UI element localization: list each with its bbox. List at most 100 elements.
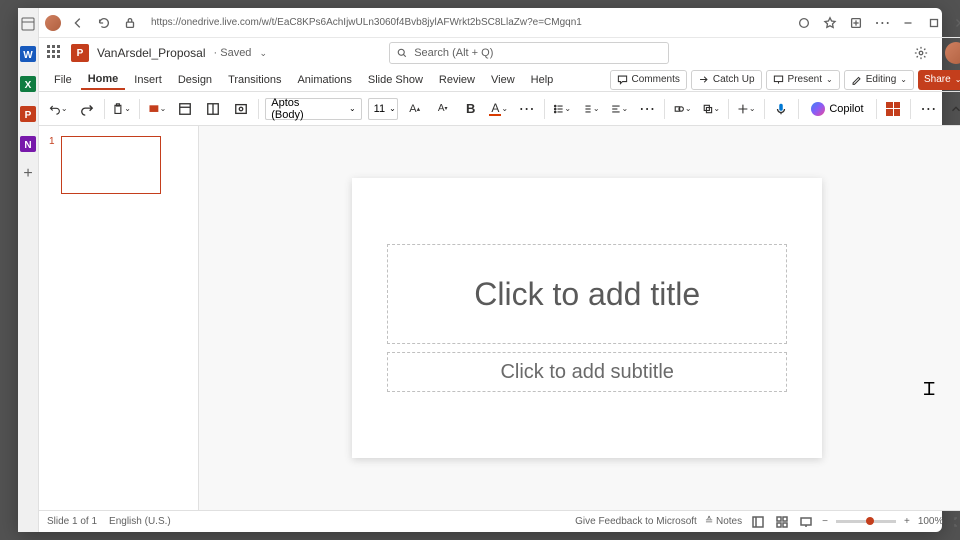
settings-icon[interactable] <box>911 43 931 63</box>
zoom-out-button[interactable]: − <box>822 516 828 527</box>
slide-panel: 1 <box>39 126 199 510</box>
status-bar: Slide 1 of 1 English (U.S.) Give Feedbac… <box>39 510 960 532</box>
tab-help[interactable]: Help <box>524 71 561 89</box>
ribbon: ⌄ ⌄ ⌄ Aptos (Body)⌄ 11⌄ A▴ A▾ B A⌄ ⋯ ⌄ ⌄… <box>39 92 960 126</box>
para-more-icon[interactable]: ⋯ <box>636 98 658 120</box>
rail-excel-icon[interactable]: X <box>18 74 38 94</box>
lock-icon <box>121 14 139 32</box>
tab-slideshow[interactable]: Slide Show <box>361 71 430 89</box>
tab-view[interactable]: View <box>484 71 522 89</box>
subtitle-placeholder[interactable]: Click to add subtitle <box>387 352 787 392</box>
thumb-number: 1 <box>49 136 55 194</box>
rail-word-icon[interactable]: W <box>18 44 38 64</box>
slide-canvas: Click to add title Click to add subtitle… <box>199 126 960 510</box>
catchup-button[interactable]: Catch Up <box>691 70 762 90</box>
numbering-button[interactable]: ⌄ <box>579 98 602 120</box>
zoom-level[interactable]: 100% <box>918 516 944 527</box>
tab-home[interactable]: Home <box>81 70 126 90</box>
close-icon[interactable] <box>951 14 960 32</box>
ribbon-more-icon[interactable]: ⋯ <box>917 98 939 120</box>
zoom-in-button[interactable]: + <box>904 516 910 527</box>
share-button[interactable]: Share⌄ <box>918 70 960 90</box>
svg-text:N: N <box>24 140 31 151</box>
normal-view-icon[interactable] <box>750 514 766 530</box>
svg-text:P: P <box>25 110 32 121</box>
undo-button[interactable]: ⌄ <box>47 98 70 120</box>
designer-button[interactable] <box>882 98 904 120</box>
layout-button[interactable] <box>174 98 196 120</box>
font-size-select[interactable]: 11⌄ <box>368 98 398 120</box>
editing-button[interactable]: Editing⌄ <box>844 70 914 90</box>
svg-text:W: W <box>23 50 33 61</box>
fit-icon[interactable] <box>951 514 960 530</box>
app-rail: W X P N + <box>18 8 39 532</box>
rail-add-icon[interactable]: + <box>18 164 38 184</box>
rail-onenote-icon[interactable]: N <box>18 134 38 154</box>
dictate-button[interactable] <box>770 98 792 120</box>
tracking-icon[interactable] <box>795 14 813 32</box>
text-cursor-icon: Ꮖ <box>924 379 936 400</box>
paste-button[interactable]: ⌄ <box>110 98 133 120</box>
browser-more-icon[interactable]: ⋯ <box>873 14 891 32</box>
section-button[interactable] <box>230 98 252 120</box>
browser-chrome: https://onedrive.live.com/w/t/EaC8KPs6Ac… <box>39 8 960 38</box>
shrink-font-button[interactable]: A▾ <box>432 98 454 120</box>
align-button[interactable]: ⌄ <box>608 98 631 120</box>
rail-collapse-icon[interactable] <box>18 14 38 34</box>
search-placeholder: Search (Alt + Q) <box>414 47 493 59</box>
tab-design[interactable]: Design <box>171 71 219 89</box>
slide-thumbnail[interactable] <box>61 136 161 194</box>
powerpoint-logo-icon: P <box>71 44 89 62</box>
svg-text:X: X <box>25 80 32 91</box>
ribbon-tabs: File Home Insert Design Transitions Anim… <box>39 68 960 92</box>
tab-insert[interactable]: Insert <box>127 71 169 89</box>
refresh-icon[interactable] <box>95 14 113 32</box>
font-color-button[interactable]: A⌄ <box>488 98 510 120</box>
redo-button[interactable] <box>76 98 98 120</box>
maximize-icon[interactable] <box>925 14 943 32</box>
reading-view-icon[interactable] <box>798 514 814 530</box>
collapse-ribbon-icon[interactable] <box>945 98 960 120</box>
tab-review[interactable]: Review <box>432 71 482 89</box>
bullets-button[interactable]: ⌄ <box>551 98 574 120</box>
profile-avatar-icon[interactable] <box>45 15 61 31</box>
user-avatar[interactable] <box>945 42 960 64</box>
copilot-icon <box>811 102 825 116</box>
sorter-view-icon[interactable] <box>774 514 790 530</box>
app-title-bar: P VanArsdel_Proposal · Saved ⌄ Search (A… <box>39 38 960 68</box>
search-icon <box>396 47 408 59</box>
language[interactable]: English (U.S.) <box>109 516 171 527</box>
reset-button[interactable] <box>202 98 224 120</box>
zoom-slider[interactable] <box>836 520 896 523</box>
slide-count[interactable]: Slide 1 of 1 <box>47 516 97 527</box>
minimize-icon[interactable] <box>899 14 917 32</box>
new-slide-button[interactable]: ⌄ <box>146 98 169 120</box>
notes-button[interactable]: ≙ Notes <box>705 516 742 527</box>
copilot-button[interactable]: Copilot <box>805 98 869 120</box>
shapes-button[interactable]: ⌄ <box>671 98 694 120</box>
chevron-down-icon[interactable]: ⌄ <box>259 48 267 59</box>
editing-group-button[interactable]: ⌄ <box>735 98 758 120</box>
rail-powerpoint-icon[interactable]: P <box>18 104 38 124</box>
present-button[interactable]: Present⌄ <box>766 70 840 90</box>
document-title[interactable]: VanArsdel_Proposal <box>97 46 206 60</box>
font-more-icon[interactable]: ⋯ <box>516 98 538 120</box>
bold-button[interactable]: B <box>460 98 482 120</box>
comments-button[interactable]: Comments <box>610 70 687 90</box>
arrange-button[interactable]: ⌄ <box>700 98 723 120</box>
title-placeholder[interactable]: Click to add title <box>387 244 787 344</box>
save-state: · Saved <box>214 47 252 59</box>
slide[interactable]: Click to add title Click to add subtitle <box>352 178 822 458</box>
tab-animations[interactable]: Animations <box>290 71 358 89</box>
tab-transitions[interactable]: Transitions <box>221 71 288 89</box>
back-icon[interactable] <box>69 14 87 32</box>
grow-font-button[interactable]: A▴ <box>404 98 426 120</box>
font-family-select[interactable]: Aptos (Body)⌄ <box>265 98 361 120</box>
tab-file[interactable]: File <box>47 71 79 89</box>
favorite-icon[interactable] <box>821 14 839 32</box>
collections-icon[interactable] <box>847 14 865 32</box>
search-input[interactable]: Search (Alt + Q) <box>389 42 669 64</box>
app-launcher-icon[interactable] <box>47 45 63 61</box>
url-bar[interactable]: https://onedrive.live.com/w/t/EaC8KPs6Ac… <box>147 17 787 28</box>
feedback-link[interactable]: Give Feedback to Microsoft <box>575 516 697 527</box>
